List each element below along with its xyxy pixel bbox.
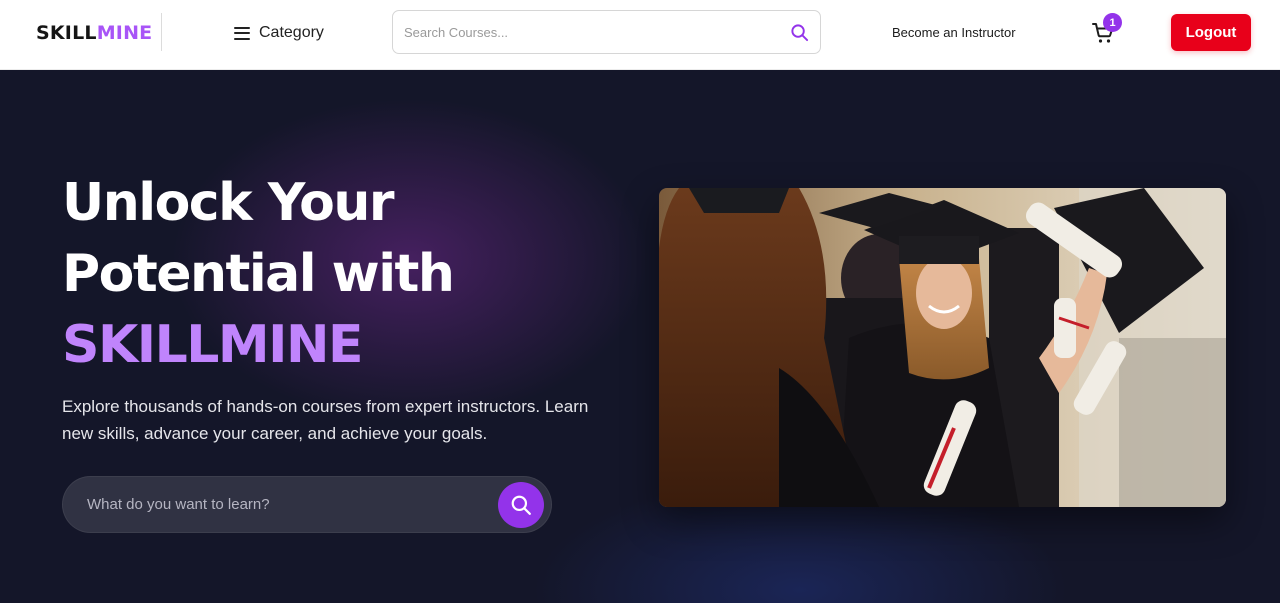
hero-image [659, 188, 1226, 507]
headline-accent: SKILLMINE [62, 315, 364, 375]
cart-count-badge: 1 [1103, 13, 1122, 32]
headline-line-1: Unlock Your [62, 173, 395, 233]
course-search-input[interactable] [404, 11, 774, 53]
hero-search-button[interactable] [498, 482, 544, 528]
logo[interactable]: SKILLMINE [36, 22, 152, 44]
hero-search-box [62, 476, 552, 533]
hamburger-icon [234, 26, 250, 40]
graduates-photo [659, 188, 1226, 507]
category-menu-button[interactable]: Category [234, 22, 324, 44]
headline-line-2: Potential with [62, 244, 455, 304]
hero-section: Unlock Your Potential with SKILLMINE Exp… [0, 70, 1280, 603]
logout-button[interactable]: Logout [1171, 14, 1251, 51]
search-icon[interactable] [790, 23, 809, 42]
top-navbar: SKILLMINE Category Become an Instructor … [0, 0, 1280, 70]
hero-subtitle: Explore thousands of hands-on courses fr… [62, 397, 589, 443]
logo-part-skill: SKILL [36, 22, 97, 44]
header-divider [161, 13, 162, 51]
become-instructor-link[interactable]: Become an Instructor [892, 25, 1016, 40]
search-icon [511, 495, 531, 515]
hero-headline: Unlock Your Potential with SKILLMINE [62, 168, 622, 381]
course-search-box [392, 10, 821, 54]
category-label: Category [259, 24, 324, 41]
hero-search-input[interactable] [87, 477, 487, 532]
logo-part-mine: MINE [96, 22, 153, 44]
